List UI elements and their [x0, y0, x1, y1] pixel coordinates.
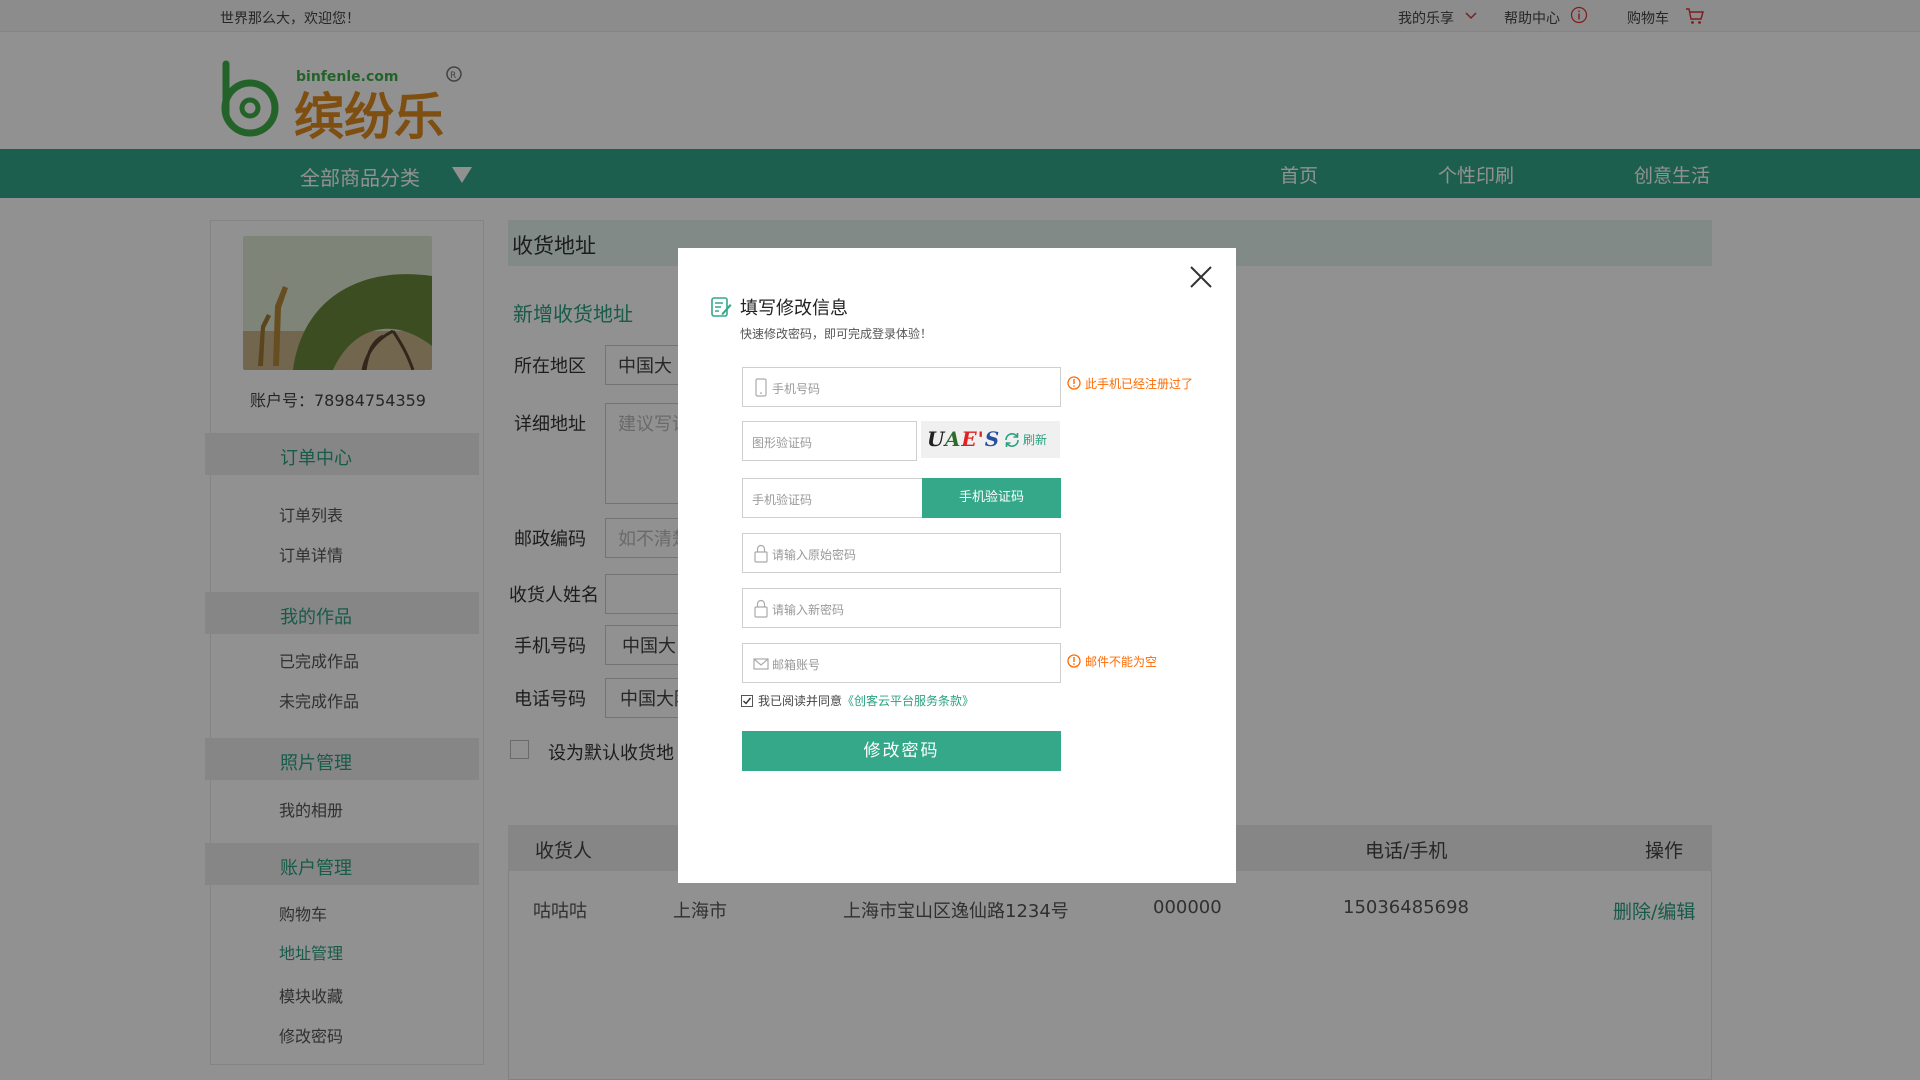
edit-form-icon — [711, 297, 732, 317]
lock-icon — [754, 544, 768, 563]
check-icon — [743, 697, 752, 705]
change-password-submit-button[interactable]: 修改密码 — [742, 731, 1061, 771]
warning-icon — [1067, 376, 1081, 390]
phone-error-text: 此手机已经注册过了 — [1085, 377, 1194, 391]
new-password-placeholder: 请输入新密码 — [772, 603, 845, 617]
email-error-text: 邮件不能为空 — [1085, 655, 1158, 669]
mobile-phone-icon — [755, 378, 767, 397]
close-icon[interactable] — [1188, 264, 1214, 290]
email-input[interactable]: 邮箱账号 — [742, 643, 1061, 683]
sms-code-input[interactable]: 手机验证码 — [742, 478, 923, 518]
terms-link[interactable]: 《创客云平台服务条款》 — [842, 694, 974, 708]
captcha-text: UAE'S — [927, 427, 1001, 451]
lock-icon — [754, 599, 768, 618]
phone-error: 此手机已经注册过了 — [1067, 375, 1193, 392]
agree-terms-text: 我已阅读并同意 — [758, 694, 843, 708]
captcha-panel: UAE'S 刷新 — [921, 421, 1060, 458]
phone-placeholder: 手机号码 — [772, 382, 821, 396]
agree-terms-checkbox[interactable] — [741, 695, 753, 707]
warning-icon — [1067, 654, 1081, 668]
email-placeholder: 邮箱账号 — [772, 658, 821, 672]
captcha-image[interactable]: UAE'S — [927, 427, 999, 453]
modal-title: 填写修改信息 — [740, 298, 848, 319]
change-info-modal: 填写修改信息 快速修改密码，即可完成登录体验！ 手机号码 此手机已经注册过了 图… — [678, 248, 1236, 883]
sms-code-placeholder: 手机验证码 — [752, 493, 813, 507]
email-error: 邮件不能为空 — [1067, 653, 1157, 670]
new-password-input[interactable]: 请输入新密码 — [742, 588, 1061, 628]
send-sms-code-button[interactable]: 手机验证码 — [922, 478, 1061, 518]
image-code-placeholder: 图形验证码 — [752, 436, 813, 450]
agree-terms-label: 我已阅读并同意《创客云平台服务条款》 — [758, 692, 974, 709]
old-password-placeholder: 请输入原始密码 — [772, 548, 857, 562]
envelope-icon — [753, 658, 769, 670]
refresh-icon[interactable] — [1003, 431, 1021, 449]
modal-subtitle: 快速修改密码，即可完成登录体验！ — [740, 327, 933, 341]
refresh-captcha-link[interactable]: 刷新 — [1023, 431, 1047, 448]
phone-input[interactable]: 手机号码 — [742, 367, 1061, 407]
old-password-input[interactable]: 请输入原始密码 — [742, 533, 1061, 573]
image-code-input[interactable]: 图形验证码 — [742, 421, 917, 461]
